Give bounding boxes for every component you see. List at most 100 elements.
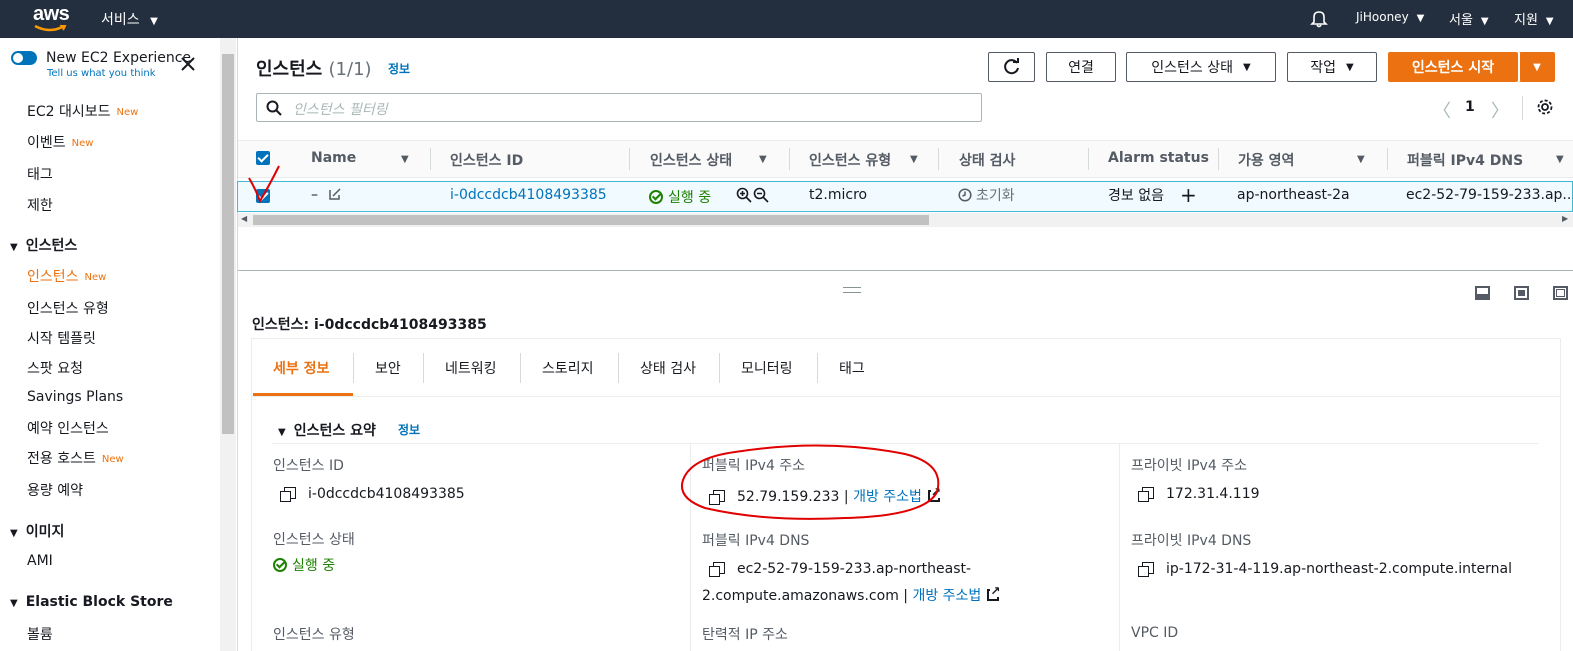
zoom-in-icon[interactable]	[736, 187, 752, 207]
tab-separator	[719, 353, 720, 383]
page-number[interactable]: 1	[1465, 99, 1475, 115]
column-header-instance-type[interactable]: 인스턴스 유형	[809, 150, 891, 170]
sidebar-section-images[interactable]: ▼ 이미지	[10, 521, 64, 541]
column-divider	[1218, 148, 1219, 170]
info-link[interactable]: 정보	[388, 60, 410, 77]
add-alarm-plus-icon[interactable]: +	[1180, 185, 1197, 205]
new-experience-toggle[interactable]	[11, 51, 37, 65]
external-link-icon[interactable]	[987, 585, 1001, 601]
sort-caret-icon[interactable]: ▼	[1556, 154, 1564, 165]
sidebar-item-ec2-dashboard[interactable]: EC2 대시보드 New	[27, 101, 138, 121]
tab-networking[interactable]: 네트워킹	[445, 358, 497, 378]
column-header-name[interactable]: Name	[311, 150, 356, 166]
sidebar-item-volumes[interactable]: 볼륨	[27, 624, 53, 644]
sidebar-scrollbar-thumb[interactable]	[222, 54, 234, 434]
split-full-icon[interactable]	[1553, 286, 1568, 300]
private-ipv4-value: 172.31.4.119	[1138, 486, 1260, 502]
tab-tags[interactable]: 태그	[839, 358, 865, 378]
drag-handle-icon[interactable]	[843, 287, 861, 293]
tab-security[interactable]: 보안	[375, 358, 401, 378]
sidebar-item-instance-types[interactable]: 인스턴스 유형	[27, 298, 109, 318]
tab-monitoring[interactable]: 모니터링	[741, 358, 793, 378]
settings-gear-icon[interactable]	[1536, 98, 1554, 120]
connect-button[interactable]: 연결	[1046, 52, 1116, 82]
sidebar-item-launch-templates[interactable]: 시작 템플릿	[27, 328, 96, 348]
copy-icon[interactable]	[709, 562, 725, 577]
sort-caret-icon[interactable]: ▼	[1357, 154, 1365, 165]
sidebar-item-dedicated-hosts[interactable]: 전용 호스트 New	[27, 448, 124, 468]
sidebar-item-capacity-reservations[interactable]: 용량 예약	[27, 480, 83, 500]
refresh-button[interactable]	[988, 52, 1035, 82]
column-header-status-check[interactable]: 상태 검사	[959, 150, 1015, 170]
public-dns-value-line1: ec2-52-79-159-233.ap-northeast-	[709, 561, 971, 577]
row-public-dns: ec2-52-79-159-233.ap...	[1406, 187, 1573, 203]
zoom-out-icon[interactable]	[753, 187, 769, 207]
tab-separator	[618, 353, 619, 383]
launch-instance-dropdown[interactable]: ▼	[1519, 52, 1555, 82]
bell-icon[interactable]	[1309, 8, 1329, 32]
copy-icon[interactable]	[280, 487, 296, 502]
sort-caret-icon[interactable]: ▼	[401, 154, 409, 165]
red-checkmark-annotation	[248, 165, 280, 204]
caret-down-icon: ▼	[1533, 61, 1541, 73]
tab-status-checks[interactable]: 상태 검사	[640, 358, 696, 378]
column-header-alarm-status[interactable]: Alarm status	[1108, 150, 1209, 166]
column-header-instance-id[interactable]: 인스턴스 ID	[450, 150, 523, 170]
services-menu[interactable]: 서비스 ▼	[101, 9, 158, 29]
scroll-left-arrow-icon[interactable]: ◀	[241, 214, 247, 223]
region-menu[interactable]: 서울 ▼	[1449, 9, 1489, 28]
column-header-availability-zone[interactable]: 가용 영역	[1238, 150, 1294, 170]
sidebar-item-events[interactable]: 이벤트 New	[27, 132, 93, 152]
sidebar-item-spot-requests[interactable]: 스팟 요청	[27, 358, 83, 378]
open-address-link[interactable]: 개방 주소법	[912, 588, 981, 604]
sidebar-section-ebs[interactable]: ▼ Elastic Block Store	[10, 594, 173, 610]
search-placeholder: 인스턴스 필터링	[293, 102, 388, 118]
support-menu[interactable]: 지원 ▼	[1514, 9, 1554, 28]
vpc-id-label: VPC ID	[1131, 625, 1179, 641]
tab-details[interactable]: 세부 정보	[273, 358, 329, 378]
table-row[interactable]	[237, 181, 1573, 212]
sidebar-item-instances[interactable]: 인스턴스 New	[27, 266, 106, 286]
row-availability-zone: ap-northeast-2a	[1237, 187, 1350, 203]
divider	[1522, 96, 1523, 120]
user-menu[interactable]: JiHooney ▼	[1356, 10, 1424, 24]
feedback-link[interactable]: Tell us what you think	[47, 68, 156, 79]
copy-icon[interactable]	[1138, 487, 1154, 502]
instance-state-button[interactable]: 인스턴스 상태 ▼	[1126, 52, 1276, 82]
next-page-icon[interactable]: 〉	[1491, 97, 1509, 123]
column-header-public-dns[interactable]: 퍼블릭 IPv4 DNS	[1407, 150, 1523, 170]
sidebar-item-savings-plans[interactable]: Savings Plans	[27, 389, 123, 405]
prev-page-icon[interactable]: 〈	[1433, 97, 1451, 123]
instance-id-label: 인스턴스 ID	[273, 458, 344, 474]
split-bottom-icon[interactable]	[1475, 286, 1490, 300]
row-instance-id-link[interactable]: i-0dccdcb4108493385	[450, 187, 607, 203]
caret-down-icon: ▼	[1545, 16, 1554, 27]
sidebar-section-instances[interactable]: ▼ 인스턴스	[10, 235, 77, 255]
search-input[interactable]: 인스턴스 필터링	[256, 93, 982, 122]
launch-instance-button[interactable]: 인스턴스 시작	[1388, 52, 1518, 82]
sort-caret-icon[interactable]: ▼	[910, 154, 918, 165]
column-header-instance-state[interactable]: 인스턴스 상태	[650, 150, 732, 170]
close-icon[interactable]	[180, 56, 196, 76]
table-scrollbar-thumb[interactable]	[253, 215, 929, 225]
sidebar-item-tags[interactable]: 태그	[27, 164, 53, 184]
success-icon	[273, 558, 287, 572]
top-navigation-bar: aws 서비스 ▼ JiHooney ▼ 서울 ▼ 지원 ▼	[0, 0, 1573, 38]
row-instance-type: t2.micro	[809, 187, 868, 203]
split-divider	[238, 270, 1573, 271]
edit-icon[interactable]	[328, 187, 342, 201]
actions-button[interactable]: 작업 ▼	[1287, 52, 1377, 82]
sidebar-item-ami[interactable]: AMI	[27, 553, 53, 569]
column-divider	[1119, 444, 1120, 651]
summary-info-link[interactable]: 정보	[398, 421, 420, 438]
copy-icon[interactable]	[1138, 562, 1154, 577]
scroll-right-arrow-icon[interactable]: ▶	[1562, 214, 1568, 223]
tab-storage[interactable]: 스토리지	[542, 358, 594, 378]
sidebar-item-limits[interactable]: 제한	[27, 195, 53, 215]
sort-caret-icon[interactable]: ▼	[759, 154, 767, 165]
aws-logo[interactable]: aws	[33, 3, 70, 32]
instance-summary-toggle[interactable]: ▼ 인스턴스 요약	[278, 420, 376, 440]
sidebar-item-reserved-instances[interactable]: 예약 인스턴스	[27, 418, 109, 438]
private-ipv4-label: 프라이빗 IPv4 주소	[1131, 458, 1247, 474]
split-side-icon[interactable]	[1514, 286, 1529, 300]
